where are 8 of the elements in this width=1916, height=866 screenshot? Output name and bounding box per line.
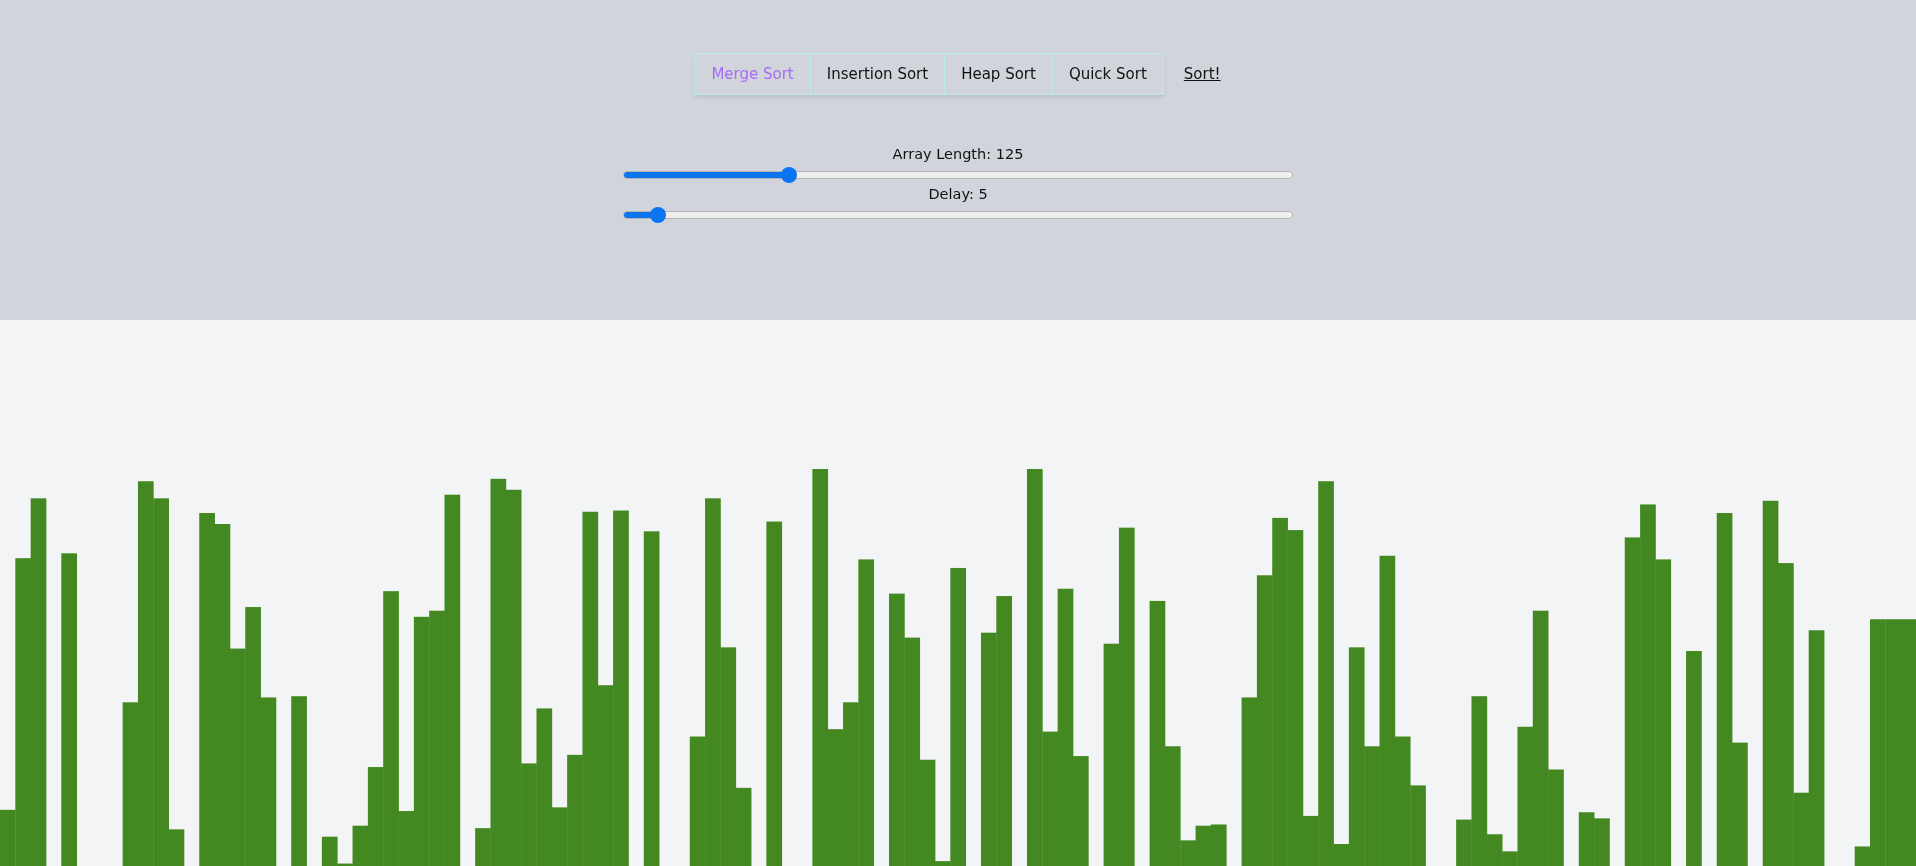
- slider-label: Array Length: 125: [892, 145, 1024, 163]
- slider-thumb[interactable]: [781, 167, 797, 183]
- sort-link[interactable]: Sort!: [1183, 65, 1221, 83]
- slider-thumb[interactable]: [650, 207, 667, 223]
- algorithm-tab[interactable]: Quick Sort: [1051, 53, 1164, 95]
- slider-label: Delay: 5: [928, 185, 988, 203]
- algorithm-tab[interactable]: Heap Sort: [944, 53, 1053, 95]
- algorithm-tab[interactable]: Insertion Sort: [809, 53, 946, 95]
